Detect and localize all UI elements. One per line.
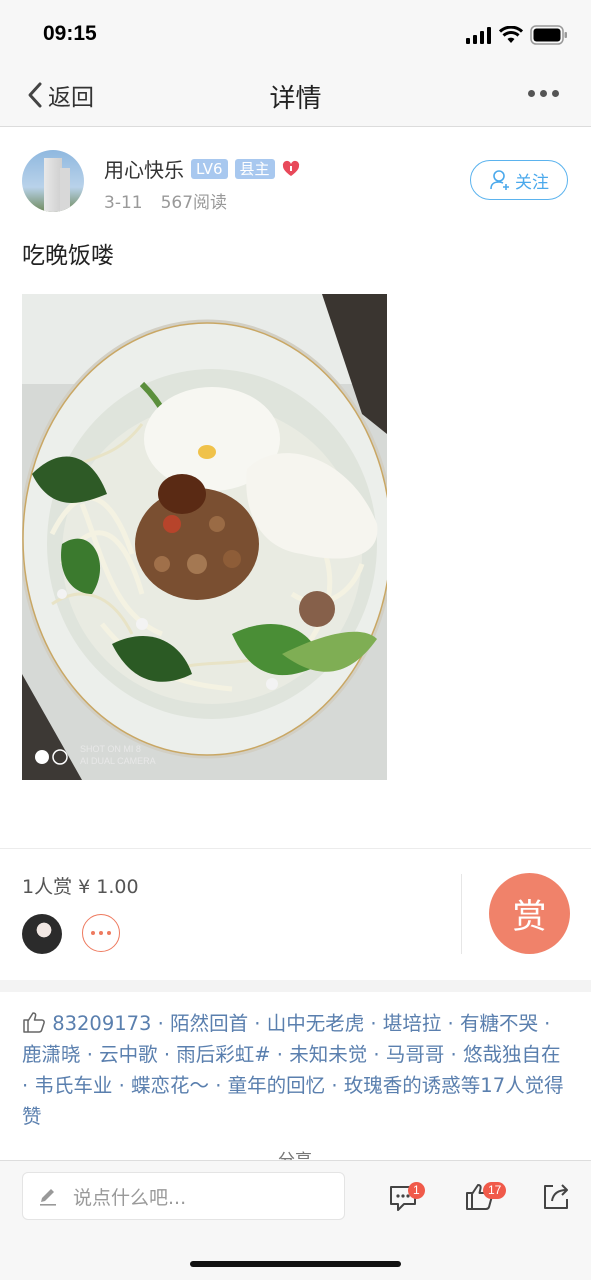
- liker-name[interactable]: 未知未觉: [289, 1043, 367, 1066]
- liker-name[interactable]: 陌然回首: [170, 1012, 248, 1035]
- author-avatar[interactable]: [22, 150, 84, 212]
- reward-summary: 1人赏 ¥ 1.00: [22, 876, 139, 898]
- liker-name[interactable]: 山中无老虎: [267, 1012, 365, 1035]
- read-count: 567阅读: [160, 193, 228, 213]
- wifi-icon: [499, 26, 523, 43]
- comment-count-badge: 1: [408, 1182, 425, 1199]
- like-count-badge: 17: [483, 1182, 507, 1199]
- liker-name[interactable]: 韦氏车业: [34, 1074, 112, 1097]
- liker-name[interactable]: 蝶恋花～: [131, 1074, 209, 1097]
- separator: ·: [22, 1074, 35, 1097]
- author-row: 用心快乐 LV6 县主: [104, 154, 300, 183]
- rewarder-avatar[interactable]: [22, 914, 62, 954]
- more-options-icon[interactable]: [528, 90, 559, 97]
- liker-name[interactable]: 堪培拉: [383, 1012, 442, 1035]
- share-icon: [544, 1184, 568, 1209]
- share-button[interactable]: [540, 1180, 574, 1212]
- follow-button[interactable]: 关注: [470, 160, 568, 200]
- separator: ·: [441, 1012, 460, 1035]
- battery-icon: [530, 25, 567, 45]
- home-indicator: [190, 1261, 401, 1267]
- noodle-bowl-image: SHOT ON MI 8 AI DUAL CAMERA: [22, 294, 387, 780]
- signal-icon: [466, 27, 491, 44]
- comment-placeholder: 说点什么吧...: [73, 1186, 187, 1209]
- like-button[interactable]: 17: [464, 1180, 507, 1212]
- separator: ·: [80, 1043, 100, 1066]
- liker-name[interactable]: 悠哉独自在: [463, 1043, 561, 1066]
- liker-name[interactable]: 童年的回忆: [228, 1074, 326, 1097]
- reward-button[interactable]: 赏: [489, 873, 570, 954]
- likes-names[interactable]: 83209173 · 陌然回首 · 山中无老虎 · 堪培拉 · 有糖不哭 · 鹿…: [22, 1012, 564, 1128]
- separator: ·: [367, 1043, 386, 1066]
- role-badge: 县主: [234, 158, 275, 179]
- separator: ·: [157, 1043, 177, 1066]
- post-text: 吃晚饭喽: [22, 243, 114, 269]
- divider: [0, 848, 591, 849]
- separator: ·: [364, 1012, 383, 1035]
- liker-name[interactable]: 鹿潇晓: [22, 1043, 81, 1066]
- post-photo[interactable]: SHOT ON MI 8 AI DUAL CAMERA: [22, 294, 387, 780]
- more-rewarders-button[interactable]: [82, 914, 120, 952]
- liker-name[interactable]: 马哥哥: [386, 1043, 445, 1066]
- section-gap: [0, 980, 591, 992]
- level-badge: LV6: [191, 158, 228, 179]
- liker-name[interactable]: 玫瑰香的诱惑: [344, 1074, 461, 1097]
- author-name[interactable]: 用心快乐: [104, 154, 184, 183]
- comment-input[interactable]: 说点什么吧...: [22, 1172, 345, 1220]
- post-meta: 3-11 567阅读: [104, 188, 227, 213]
- separator: ·: [444, 1043, 463, 1066]
- watermark-line-2: AI DUAL CAMERA: [80, 756, 156, 766]
- divider: [461, 874, 462, 954]
- separator: ·: [209, 1074, 228, 1097]
- post-date: 3-11: [104, 193, 143, 213]
- add-user-icon: [490, 170, 509, 190]
- watermark-line-1: SHOT ON MI 8: [80, 744, 141, 754]
- status-bar: 09:15: [0, 0, 591, 64]
- liker-name[interactable]: 雨后彩虹#: [176, 1043, 270, 1066]
- separator: ·: [151, 1012, 171, 1035]
- status-time: 09:15: [43, 22, 97, 45]
- page-title: 详情: [269, 84, 322, 114]
- separator: ·: [248, 1012, 267, 1035]
- heart-badge-icon: [282, 160, 299, 176]
- liker-name[interactable]: 有糖不哭: [460, 1012, 538, 1035]
- likes-list: 83209173 · 陌然回首 · 山中无老虎 · 堪培拉 · 有糖不哭 · 鹿…: [22, 1008, 570, 1132]
- liker-name[interactable]: 云中歌: [99, 1043, 158, 1066]
- comment-button[interactable]: 1: [388, 1180, 425, 1212]
- separator: ·: [537, 1012, 551, 1035]
- nav-bar: 返回 详情: [0, 64, 591, 127]
- follow-label: 关注: [515, 172, 549, 193]
- separator: ·: [112, 1074, 132, 1097]
- thumbs-up-icon: [23, 1012, 45, 1033]
- separator: ·: [270, 1043, 290, 1066]
- liker-name[interactable]: 83209173: [52, 1012, 151, 1035]
- separator: ·: [325, 1074, 344, 1097]
- pencil-icon: [40, 1189, 56, 1206]
